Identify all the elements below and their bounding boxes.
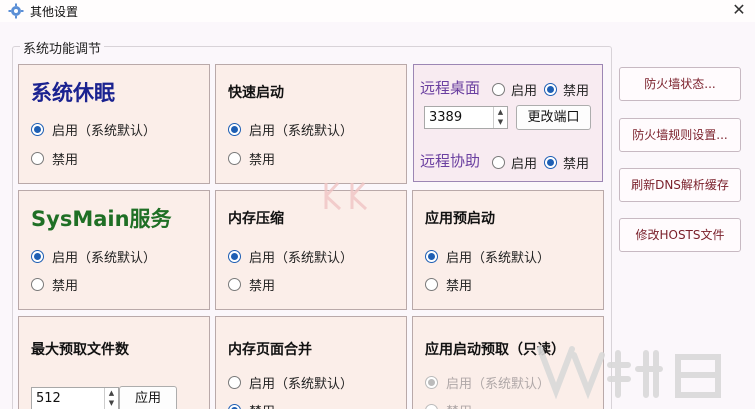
radio-unselected-icon [425, 278, 438, 291]
radio-unselected-icon [492, 156, 505, 169]
radio-selected-icon [31, 123, 44, 136]
app-launch-prefetch-panel: 应用启动预取（只读） 启用（系统默认） 禁用 [412, 316, 604, 409]
radio-unselected-disabled-icon [425, 404, 438, 409]
page-combining-title: 内存页面合并 [228, 342, 312, 358]
radio-selected-icon [228, 404, 241, 409]
app-prelaunch-title: 应用预启动 [425, 211, 495, 227]
page-combining-disable-radio[interactable]: 禁用 [228, 401, 275, 409]
firewall-status-button[interactable]: 防火墙状态... [619, 67, 741, 101]
radio-unselected-icon [228, 376, 241, 389]
radio-unselected-icon [228, 152, 241, 165]
app-prelaunch-panel: 应用预启动 启用（系统默认） 禁用 [412, 190, 604, 310]
edit-hosts-button[interactable]: 修改HOSTS文件 [619, 218, 741, 252]
fast-boot-panel: 快速启动 启用（系统默认） 禁用 [215, 64, 407, 184]
max-prefetch-title: 最大预取文件数 [31, 342, 129, 358]
hibernate-disable-radio[interactable]: 禁用 [31, 149, 78, 168]
radio-unselected-icon [31, 278, 44, 291]
remote-panel: 远程桌面 启用 禁用 3389 ▲ ▼ 更改端口 远程协助 启用 禁用 [413, 64, 603, 182]
memory-compression-enable-radio[interactable]: 启用（系统默认） [228, 247, 353, 266]
radio-selected-icon [31, 250, 44, 263]
app-launch-prefetch-title: 应用启动预取（只读） [425, 342, 565, 358]
sysmain-panel: SysMain服务 启用（系统默认） 禁用 [18, 190, 210, 310]
up-arrow-icon[interactable]: ▲ [105, 388, 118, 398]
memory-compression-panel: 内存压缩 启用（系统默认） 禁用 [215, 190, 407, 310]
app-prelaunch-disable-radio[interactable]: 禁用 [425, 275, 472, 294]
page-combining-panel: 内存页面合并 启用（系统默认） 禁用 [215, 316, 407, 409]
stepper-arrows[interactable]: ▲ ▼ [104, 388, 118, 409]
radio-unselected-icon [228, 278, 241, 291]
gear-icon [8, 3, 24, 19]
title-bar: 其他设置 ✕ [0, 0, 755, 22]
apply-button[interactable]: 应用 [119, 386, 177, 409]
remote-assist-title: 远程协助 [420, 152, 481, 170]
hibernate-panel: 系统休眠 启用（系统默认） 禁用 [18, 64, 210, 184]
app-launch-prefetch-enable-radio: 启用（系统默认） [425, 373, 550, 392]
remote-desktop-enable-radio[interactable]: 启用 [492, 80, 537, 99]
stepper-arrows[interactable]: ▲ ▼ [493, 107, 507, 128]
down-arrow-icon[interactable]: ▼ [494, 117, 507, 127]
sysmain-title: SysMain服务 [31, 207, 172, 231]
fast-boot-title: 快速启动 [228, 85, 284, 101]
app-launch-prefetch-disable-radio: 禁用 [425, 401, 472, 409]
remote-assist-enable-radio[interactable]: 启用 [492, 153, 537, 172]
sysmain-enable-radio[interactable]: 启用（系统默认） [31, 247, 156, 266]
window-title: 其他设置 [30, 5, 79, 19]
radio-unselected-icon [31, 152, 44, 165]
firewall-rules-button[interactable]: 防火墙规则设置... [619, 118, 741, 152]
change-port-button[interactable]: 更改端口 [516, 105, 591, 130]
app-prelaunch-enable-radio[interactable]: 启用（系统默认） [425, 247, 550, 266]
sysmain-disable-radio[interactable]: 禁用 [31, 275, 78, 294]
radio-selected-icon [544, 156, 557, 169]
flush-dns-button[interactable]: 刷新DNS解析缓存 [619, 168, 741, 202]
remote-desktop-disable-radio[interactable]: 禁用 [544, 80, 589, 99]
radio-unselected-icon [492, 83, 505, 96]
down-arrow-icon[interactable]: ▼ [105, 398, 118, 408]
fast-boot-disable-radio[interactable]: 禁用 [228, 149, 275, 168]
memory-compression-disable-radio[interactable]: 禁用 [228, 275, 275, 294]
fast-boot-enable-radio[interactable]: 启用（系统默认） [228, 120, 353, 139]
memory-compression-title: 内存压缩 [228, 211, 284, 227]
radio-selected-icon [544, 83, 557, 96]
hibernate-enable-radio[interactable]: 启用（系统默认） [31, 120, 156, 139]
remote-desktop-title: 远程桌面 [420, 79, 481, 97]
hibernate-title: 系统休眠 [31, 81, 115, 105]
radio-selected-icon [228, 250, 241, 263]
up-arrow-icon[interactable]: ▲ [494, 107, 507, 117]
page-combining-enable-radio[interactable]: 启用（系统默认） [228, 373, 353, 392]
radio-selected-disabled-icon [425, 376, 438, 389]
radio-selected-icon [425, 250, 438, 263]
remote-assist-disable-radio[interactable]: 禁用 [544, 153, 589, 172]
close-icon[interactable]: ✕ [726, 0, 752, 22]
port-stepper[interactable]: 3389 ▲ ▼ [424, 106, 508, 129]
max-prefetch-stepper[interactable]: 512 ▲ ▼ [31, 387, 119, 409]
max-prefetch-panel: 最大预取文件数 512 ▲ ▼ 应用 [18, 316, 210, 409]
group-label: 系统功能调节 [20, 38, 105, 57]
radio-selected-icon [228, 123, 241, 136]
